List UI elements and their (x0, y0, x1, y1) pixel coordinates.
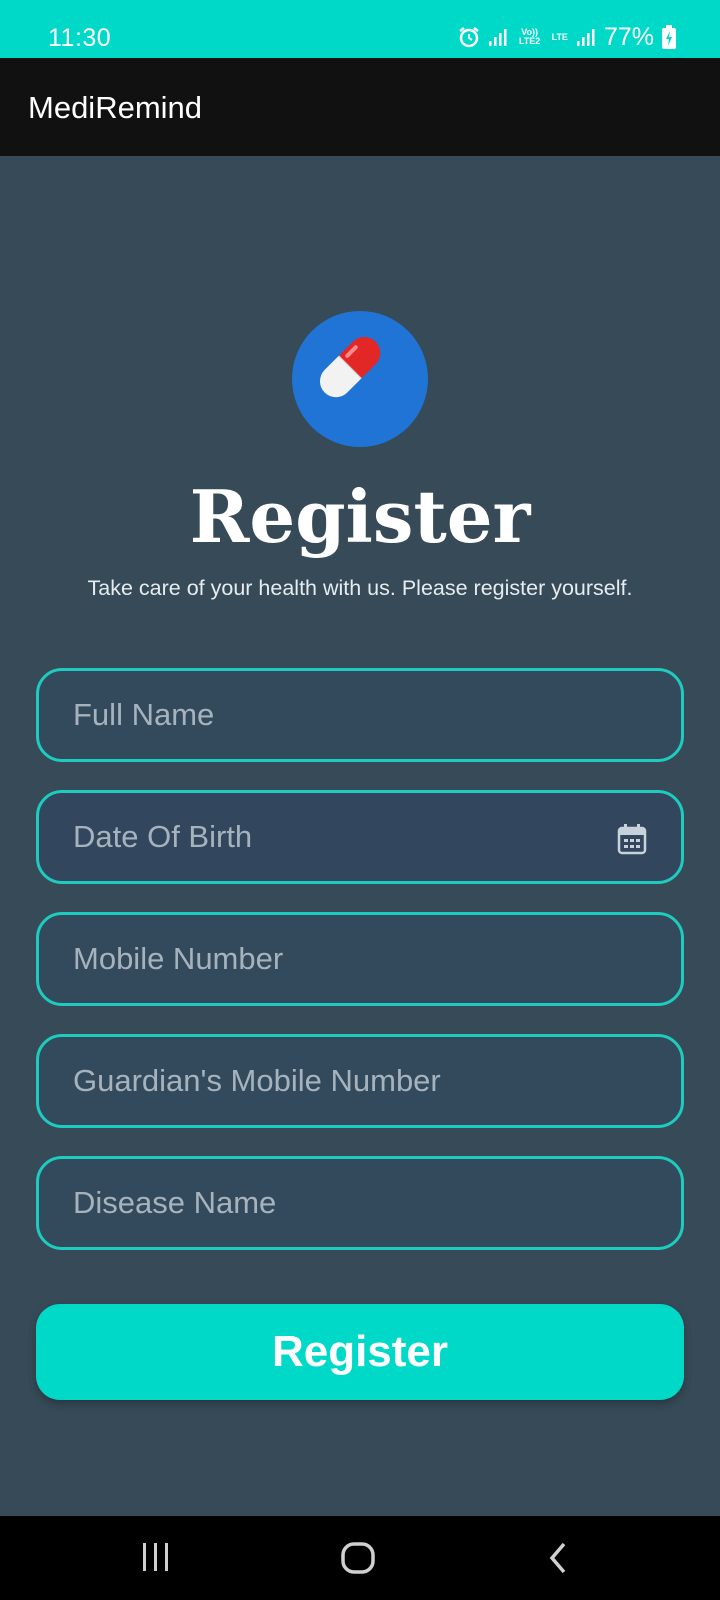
dob-field (36, 790, 684, 884)
page-subtitle: Take care of your health with us. Please… (87, 576, 633, 600)
guardian-mobile-input[interactable] (39, 1037, 681, 1125)
register-button[interactable]: Register (36, 1304, 684, 1400)
back-icon[interactable] (546, 1540, 570, 1581)
alarm-icon (458, 26, 480, 48)
full-name-field (36, 668, 684, 762)
full-name-input[interactable] (39, 671, 681, 759)
calendar-icon[interactable] (617, 823, 647, 855)
mobile-number-field (36, 912, 684, 1006)
mobile-number-input[interactable] (39, 915, 681, 1003)
status-bar: 11:30 Vo)) LTE2 LTE 77% (0, 0, 720, 58)
volte-indicator: Vo)) LTE2 (518, 27, 541, 46)
home-icon[interactable] (340, 1540, 376, 1581)
dob-input[interactable] (39, 793, 681, 881)
signal-icon-2 (576, 27, 596, 47)
recents-icon[interactable] (140, 1540, 172, 1579)
page-title: Register (189, 474, 531, 559)
battery-charging-icon (662, 25, 676, 49)
app-title: MediRemind (28, 90, 203, 125)
status-icons: Vo)) LTE2 LTE 77% (458, 22, 676, 52)
signal-icon (488, 27, 508, 47)
register-screen: Register Take care of your health with u… (0, 156, 720, 1516)
app-bar: MediRemind (0, 58, 720, 156)
battery-percent: 77% (603, 22, 654, 51)
disease-name-input[interactable] (39, 1159, 681, 1247)
disease-name-field (36, 1156, 684, 1250)
guardian-mobile-field (36, 1034, 684, 1128)
lte-indicator: LTE (551, 31, 568, 42)
status-time: 11:30 (48, 24, 112, 52)
app-logo (292, 311, 428, 447)
pill-capsule-icon (312, 329, 408, 430)
navigation-bar (0, 1516, 720, 1600)
